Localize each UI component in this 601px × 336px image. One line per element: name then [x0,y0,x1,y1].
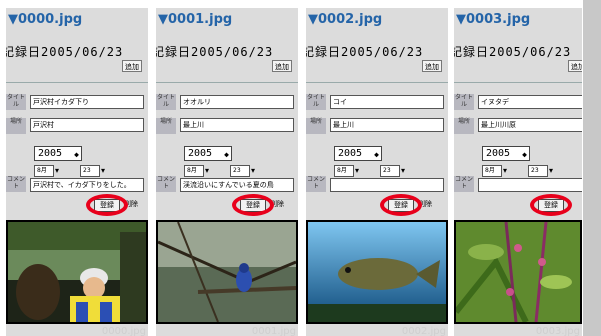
photo-bird-scene [157,221,297,323]
divider [156,82,298,83]
card-registered-date: 記録日2005/06/23 [306,45,424,59]
title-field[interactable]: 戸沢村イカダ下り [30,95,144,109]
photo-thumbnail[interactable] [6,220,148,324]
year-stepper[interactable]: 2005 ◆ [184,146,232,161]
photo-card-0000: ▼0000.jpg 記録日2005/06/23 追加 タイトル 戸沢村イカダ下り… [6,8,148,336]
small-action-button[interactable]: 追加 [272,60,292,72]
title-field[interactable]: コイ [330,95,444,109]
title-field[interactable]: オオルリ [180,95,294,109]
year-value: 2005 [38,148,63,159]
title-label: タイトル [6,94,26,110]
month-field[interactable]: 8月 [334,165,354,177]
vertical-scrollbar[interactable] [583,0,601,336]
location-field[interactable]: 最上川川原 [478,118,582,132]
card-filename: ▼0001.jpg [158,12,233,27]
comment-field[interactable] [330,178,444,192]
comment-label: コメント [156,176,176,192]
day-select-icon[interactable]: ▾ [251,165,261,177]
card-registered-date: 記録日2005/06/23 [6,45,124,59]
divider [306,82,448,83]
comment-label: コメント [454,176,474,192]
location-field[interactable]: 最上川 [180,118,294,132]
card-registered-date: 記録日2005/06/23 [156,45,274,59]
photo-thumbnail[interactable] [306,220,448,324]
title-label: タイトル [306,94,326,110]
card-filename: ▼0002.jpg [308,12,383,27]
highlight-ring [232,194,274,216]
location-label: 場所 [454,118,474,134]
photo-caption: 0002.jpg [401,326,446,336]
photo-card-0003: ▼0003.jpg 記録日2005/06/23 追加 タイトル イヌタデ 場所 … [454,8,582,336]
photo-caption: 0003.jpg [535,326,580,336]
comment-field[interactable]: 渓流沿いにすんでいる夏の鳥 [180,178,294,192]
day-field[interactable]: 23 [528,165,548,177]
year-stepper[interactable]: 2005 ◆ [34,146,82,161]
photo-flower-scene [454,221,580,324]
spinner-icon[interactable]: ◆ [374,148,379,161]
comment-field[interactable]: 戸沢村で、イカダ下りをした。 [30,178,144,192]
year-stepper[interactable]: 2005 ◆ [334,146,382,161]
title-field[interactable]: イヌタデ [478,95,582,109]
location-field[interactable]: 戸沢村 [30,118,144,132]
day-field[interactable]: 23 [380,165,400,177]
year-value: 2005 [338,148,363,159]
small-action-button[interactable]: 追加 [422,60,442,72]
card-filename: ▼0003.jpg [456,12,531,27]
location-label: 場所 [306,118,326,134]
day-select-icon[interactable]: ▾ [401,165,411,177]
comment-field[interactable] [478,178,582,192]
location-field[interactable]: 最上川 [330,118,444,132]
comment-label: コメント [306,176,326,192]
photo-thumbnail[interactable] [156,220,298,324]
month-field[interactable]: 8月 [482,165,502,177]
title-label: タイトル [156,94,176,110]
month-field[interactable]: 8月 [184,165,204,177]
gutter [148,0,156,336]
day-field[interactable]: 23 [230,165,250,177]
gutter [298,0,306,336]
comment-label: コメント [6,176,26,192]
month-select-icon[interactable]: ▾ [355,165,365,177]
location-label: 場所 [6,118,26,134]
photo-thumbnail[interactable] [454,220,582,324]
highlight-ring [530,194,572,216]
photo-card-0002: ▼0002.jpg 記録日2005/06/23 追加 タイトル コイ 場所 最上… [306,8,448,336]
small-action-button[interactable]: 追加 [122,60,142,72]
day-select-icon[interactable]: ▾ [549,165,559,177]
month-select-icon[interactable]: ▾ [503,165,513,177]
highlight-ring [380,194,422,216]
day-field[interactable]: 23 [80,165,100,177]
small-action-button[interactable]: 追加 [568,60,582,72]
day-select-icon[interactable]: ▾ [101,165,111,177]
photo-caption: 0001.jpg [251,326,296,336]
month-select-icon[interactable]: ▾ [55,165,65,177]
card-registered-date: 記録日2005/06/23 [454,45,572,59]
month-field[interactable]: 8月 [34,165,54,177]
photo-caption: 0000.jpg [101,326,146,336]
card-filename: ▼0000.jpg [8,12,83,27]
photo-card-0001: ▼0001.jpg 記録日2005/06/23 追加 タイトル オオルリ 場所 … [156,8,298,336]
photo-fish-scene [308,222,446,322]
year-value: 2005 [188,148,213,159]
month-select-icon[interactable]: ▾ [205,165,215,177]
spinner-icon[interactable]: ◆ [224,148,229,161]
divider [454,82,582,83]
spinner-icon[interactable]: ◆ [522,148,527,161]
title-label: タイトル [454,94,474,110]
location-label: 場所 [156,118,176,134]
photo-boat-scene [8,222,146,322]
year-value: 2005 [486,148,511,159]
spinner-icon[interactable]: ◆ [74,148,79,161]
divider [6,82,148,83]
year-stepper[interactable]: 2005 ◆ [482,146,530,161]
highlight-ring [86,194,128,216]
